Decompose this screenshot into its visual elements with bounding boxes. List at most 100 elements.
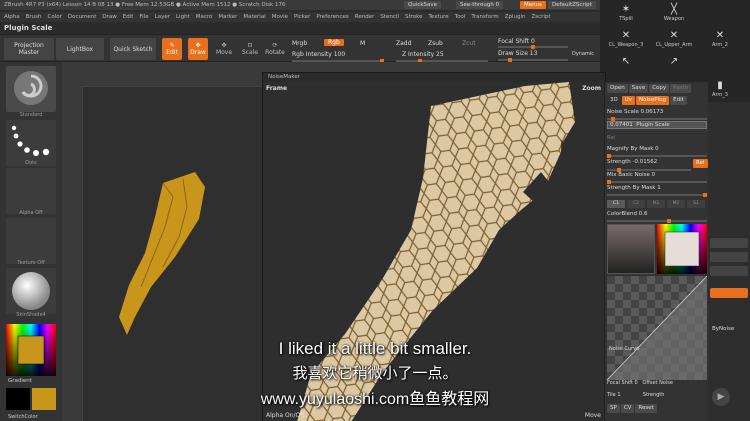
menu-item-alpha[interactable]: Alpha	[4, 14, 20, 20]
subtool-thumbnail[interactable]: ✶ TSpill	[606, 4, 646, 22]
tab-c1[interactable]: C1	[607, 200, 625, 208]
alpha-thumbnail[interactable]	[6, 168, 56, 214]
tray-button[interactable]	[710, 252, 748, 262]
tab-s1[interactable]: S1	[687, 200, 705, 208]
menu-item-layer[interactable]: Layer	[155, 14, 170, 20]
strength-track[interactable]	[607, 168, 691, 172]
tray-orange-button[interactable]	[710, 288, 748, 298]
draw-size-slider[interactable]: Draw Size 13	[498, 50, 537, 57]
quick-sketch-button[interactable]: Quick Sketch	[110, 38, 156, 60]
menu-item-stroke[interactable]: Stroke	[405, 14, 423, 20]
subtool-thumbnail[interactable]: ↖	[606, 56, 646, 68]
subtool-thumbnail[interactable]: ✕ CL_Upper_Arm	[654, 30, 694, 48]
strength-slider[interactable]: Strength -0.01562	[607, 159, 707, 165]
z-intensity-slider[interactable]: Z Intensity 25	[402, 51, 444, 58]
switch-color-label[interactable]: SwitchColor	[8, 414, 38, 420]
menu-item-picker[interactable]: Picker	[294, 14, 310, 20]
move-button[interactable]: Move	[585, 412, 601, 419]
draw-size-track[interactable]	[498, 58, 568, 62]
focal-shift-track[interactable]	[498, 45, 568, 49]
subtool-thumbnail[interactable]: ✕ Arm_2	[700, 30, 740, 48]
menu-item-material[interactable]: Material	[243, 14, 265, 20]
menu-item-preferences[interactable]: Preferences	[316, 14, 348, 20]
m-button[interactable]: M	[360, 40, 365, 47]
zcut-button[interactable]: Zcut	[462, 40, 476, 47]
menu-item-zscript[interactable]: Zscript	[531, 14, 550, 20]
plugin-scale-field[interactable]: 0.07401 Plugin Scale	[607, 121, 707, 129]
open-button[interactable]: Open	[607, 84, 628, 93]
strength-by-mask-slider[interactable]: Strength By Mask 1	[607, 185, 707, 191]
material-thumbnail[interactable]	[6, 268, 56, 314]
save-button[interactable]: Save	[628, 84, 649, 93]
slider-knob[interactable]	[607, 154, 611, 158]
magnify-track[interactable]	[607, 154, 707, 158]
menu-item-document[interactable]: Document	[68, 14, 97, 20]
menu-item-macro[interactable]: Macro	[196, 14, 213, 20]
menu-item-texture[interactable]: Texture	[429, 14, 449, 20]
quicksave-button[interactable]: QuickSave	[404, 1, 442, 9]
magnify-by-mask-slider[interactable]: Magnify By Mask 0	[607, 146, 707, 152]
menu-item-transform[interactable]: Transform	[471, 14, 498, 20]
menu-item-light[interactable]: Light	[176, 14, 190, 20]
menu-item-edit[interactable]: Edit	[123, 14, 134, 20]
seethrough-slider[interactable]: See-through 0	[456, 1, 504, 9]
zsub-button[interactable]: Zsub	[428, 40, 443, 47]
subtool-thumbnail[interactable]: ╳ Weapon	[654, 4, 694, 22]
menu-item-render[interactable]: Render	[355, 14, 375, 20]
slider-knob[interactable]	[667, 219, 671, 223]
copy-button[interactable]: Copy	[649, 84, 670, 93]
paste-button[interactable]: Paste	[670, 84, 692, 93]
menu-item-color[interactable]: Color	[48, 14, 62, 20]
slider-knob[interactable]	[703, 193, 707, 197]
menu-item-tool[interactable]: Tool	[455, 14, 466, 20]
menu-item-movie[interactable]: Movie	[272, 14, 288, 20]
slider-knob[interactable]	[531, 45, 535, 49]
texture-thumbnail[interactable]	[6, 218, 56, 264]
bynoise-label[interactable]: ByNoise	[712, 326, 734, 332]
zoom-label[interactable]: Zoom	[582, 85, 601, 92]
colorblend-track[interactable]	[607, 219, 707, 223]
edit-button[interactable]: Edit	[670, 96, 687, 105]
menus-button[interactable]: Menus	[520, 1, 546, 9]
projection-master-button[interactable]: Projection Master	[4, 38, 54, 60]
noise-scale-slider[interactable]: Noise Scale 0.06173	[607, 109, 707, 115]
tab-m2[interactable]: M2	[667, 200, 685, 208]
3d-button[interactable]: 3D	[607, 96, 621, 105]
menu-item-brush[interactable]: Brush	[26, 14, 42, 20]
rgb-intensity-slider[interactable]: Rgb Intensity 100	[292, 51, 345, 58]
slider-knob[interactable]	[607, 180, 611, 184]
menu-item-zplugin[interactable]: Zplugin	[505, 14, 526, 20]
subtool-thumbnail[interactable]: ↗	[654, 56, 694, 68]
dynamic-button[interactable]: Dynamic	[572, 51, 594, 57]
brush-thumbnail[interactable]	[6, 66, 56, 112]
default-zscript-button[interactable]: DefaultZScript	[548, 1, 596, 9]
rgb-button[interactable]: Rgb	[324, 39, 344, 46]
color-picker-2[interactable]	[657, 224, 707, 274]
mix-basic-noise-slider[interactable]: Mix Basic Noise 0	[607, 172, 707, 178]
tray-button[interactable]	[710, 238, 748, 248]
zadd-button[interactable]: Zadd	[396, 40, 411, 47]
tray-button[interactable]	[710, 266, 748, 276]
noise-scale-track[interactable]	[607, 117, 707, 121]
frame-label[interactable]: Frame	[266, 85, 287, 92]
rotate-button[interactable]: ⟳ Rotate	[264, 38, 286, 60]
strength-mask-track[interactable]	[607, 193, 707, 197]
subtool-thumbnail[interactable]: ✕ CL_Weapon_3	[606, 30, 646, 48]
lightbox-button[interactable]: LightBox	[56, 38, 104, 60]
draw-button[interactable]: ✥ Draw	[188, 38, 208, 60]
noiseplug-button[interactable]: NoisePlug	[636, 96, 670, 105]
tab-m1[interactable]: M1	[647, 200, 665, 208]
mrgb-button[interactable]: Mrgb	[292, 40, 307, 47]
menu-item-marker[interactable]: Marker	[218, 14, 237, 20]
rel-button[interactable]: Rel	[693, 159, 708, 168]
mix-track[interactable]	[607, 180, 707, 184]
edit-button[interactable]: ✎ Edit	[162, 38, 182, 60]
focal-shift-slider[interactable]: Focal Shift 0	[498, 38, 535, 45]
uv-button[interactable]: Uv	[621, 96, 636, 105]
move-button[interactable]: ✥ Move	[214, 38, 234, 60]
tab-c2[interactable]: C2	[627, 200, 645, 208]
colorblend-slider[interactable]: ColorBlend 0.6	[607, 211, 707, 217]
alpha-onoff-button[interactable]: Alpha On/Off	[266, 412, 304, 419]
scale-button[interactable]: ⊡ Scale	[240, 38, 260, 60]
menu-item-stencil[interactable]: Stencil	[380, 14, 399, 20]
